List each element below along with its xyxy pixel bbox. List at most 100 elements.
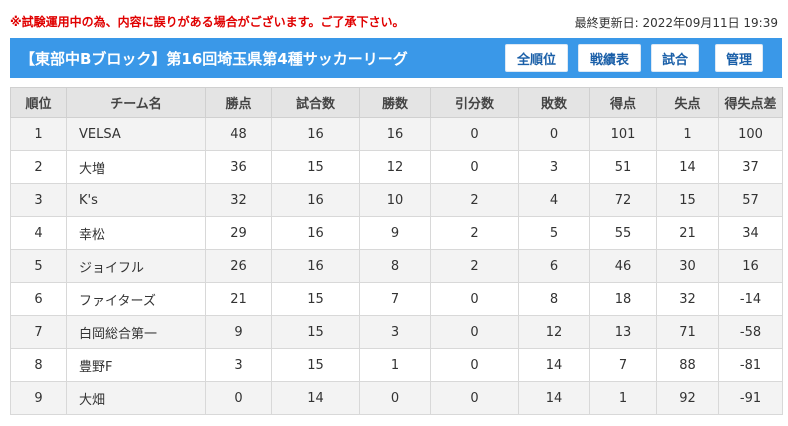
column-header: 勝数 xyxy=(359,87,431,118)
goals-for-cell: 18 xyxy=(589,282,657,316)
rank-cell: 8 xyxy=(10,348,67,382)
records-button[interactable]: 戦績表 xyxy=(578,44,641,72)
team-name-cell: ジョイフル xyxy=(66,249,206,283)
team-name-cell: 白岡総合第一 xyxy=(66,315,206,349)
points-cell: 32 xyxy=(205,183,272,217)
losses-cell: 14 xyxy=(518,348,590,382)
rank-cell: 3 xyxy=(10,183,67,217)
losses-cell: 6 xyxy=(518,249,590,283)
table-row: 5 ジョイフル 26 16 8 2 6 46 30 16 xyxy=(10,249,783,283)
goal-diff-cell: 34 xyxy=(718,216,783,250)
goals-against-cell: 71 xyxy=(656,315,719,349)
draws-cell: 0 xyxy=(430,315,519,349)
played-cell: 16 xyxy=(271,117,360,151)
goals-for-cell: 7 xyxy=(589,348,657,382)
table-row: 9 大畑 0 14 0 0 14 1 92 -91 xyxy=(10,381,783,415)
rank-cell: 7 xyxy=(10,315,67,349)
goal-diff-cell: -58 xyxy=(718,315,783,349)
table-row: 7 白岡総合第一 9 15 3 0 12 13 71 -58 xyxy=(10,315,783,349)
table-header-row: 順位 チーム名 勝点 試合数 勝数 引分数 敗数 得点 失点 得失点差 xyxy=(10,87,783,118)
goals-against-cell: 14 xyxy=(656,150,719,184)
goals-against-cell: 30 xyxy=(656,249,719,283)
rank-cell: 2 xyxy=(10,150,67,184)
draws-cell: 0 xyxy=(430,150,519,184)
column-header: 敗数 xyxy=(518,87,590,118)
wins-cell: 12 xyxy=(359,150,431,184)
goal-diff-cell: 100 xyxy=(718,117,783,151)
losses-cell: 8 xyxy=(518,282,590,316)
played-cell: 16 xyxy=(271,249,360,283)
column-header: 得失点差 xyxy=(718,87,783,118)
trial-notice: ※試験運用中の為、内容に誤りがある場合がございます。ご了承下さい。 xyxy=(10,15,405,29)
wins-cell: 8 xyxy=(359,249,431,283)
played-cell: 16 xyxy=(271,216,360,250)
wins-cell: 0 xyxy=(359,381,431,415)
goals-against-cell: 1 xyxy=(656,117,719,151)
played-cell: 15 xyxy=(271,348,360,382)
goals-against-cell: 92 xyxy=(656,381,719,415)
played-cell: 14 xyxy=(271,381,360,415)
goals-for-cell: 46 xyxy=(589,249,657,283)
league-header: 【東部中Bブロック】第16回埼玉県第4種サッカーリーグ 全順位 戦績表 試合 管… xyxy=(10,38,782,78)
column-header: 順位 xyxy=(10,87,67,118)
points-cell: 0 xyxy=(205,381,272,415)
losses-cell: 0 xyxy=(518,117,590,151)
team-name-cell: ファイターズ xyxy=(66,282,206,316)
draws-cell: 0 xyxy=(430,348,519,382)
standings-button[interactable]: 全順位 xyxy=(505,44,568,72)
admin-button[interactable]: 管理 xyxy=(715,44,763,72)
losses-cell: 12 xyxy=(518,315,590,349)
last-updated: 最終更新日: 2022年09月11日 19:39 xyxy=(574,16,778,30)
goal-diff-cell: 37 xyxy=(718,150,783,184)
goal-diff-cell: -14 xyxy=(718,282,783,316)
played-cell: 15 xyxy=(271,315,360,349)
table-row: 2 大増 36 15 12 0 3 51 14 37 xyxy=(10,150,783,184)
points-cell: 36 xyxy=(205,150,272,184)
goals-for-cell: 51 xyxy=(589,150,657,184)
top-bar: ※試験運用中の為、内容に誤りがある場合がございます。ご了承下さい。 最終更新日:… xyxy=(0,0,788,34)
column-header: 引分数 xyxy=(430,87,519,118)
goal-diff-cell: -81 xyxy=(718,348,783,382)
wins-cell: 16 xyxy=(359,117,431,151)
team-name-cell: 豊野F xyxy=(66,348,206,382)
goal-diff-cell: -91 xyxy=(718,381,783,415)
table-row: 3 K's 32 16 10 2 4 72 15 57 xyxy=(10,183,783,217)
goals-for-cell: 1 xyxy=(589,381,657,415)
losses-cell: 4 xyxy=(518,183,590,217)
page-title: 【東部中Bブロック】第16回埼玉県第4種サッカーリーグ xyxy=(20,50,408,68)
goals-against-cell: 21 xyxy=(656,216,719,250)
points-cell: 9 xyxy=(205,315,272,349)
table-row: 6 ファイターズ 21 15 7 0 8 18 32 -14 xyxy=(10,282,783,316)
column-header: 失点 xyxy=(656,87,719,118)
draws-cell: 2 xyxy=(430,249,519,283)
points-cell: 48 xyxy=(205,117,272,151)
wins-cell: 9 xyxy=(359,216,431,250)
losses-cell: 5 xyxy=(518,216,590,250)
played-cell: 15 xyxy=(271,150,360,184)
draws-cell: 0 xyxy=(430,381,519,415)
matches-button[interactable]: 試合 xyxy=(651,44,699,72)
draws-cell: 0 xyxy=(430,117,519,151)
rank-cell: 1 xyxy=(10,117,67,151)
draws-cell: 2 xyxy=(430,183,519,217)
wins-cell: 3 xyxy=(359,315,431,349)
rank-cell: 5 xyxy=(10,249,67,283)
team-name-cell: 大畑 xyxy=(66,381,206,415)
column-header: 得点 xyxy=(589,87,657,118)
table-row: 4 幸松 29 16 9 2 5 55 21 34 xyxy=(10,216,783,250)
column-header: 勝点 xyxy=(205,87,272,118)
goals-for-cell: 101 xyxy=(589,117,657,151)
table-row: 8 豊野F 3 15 1 0 14 7 88 -81 xyxy=(10,348,783,382)
rank-cell: 6 xyxy=(10,282,67,316)
team-name-cell: VELSA xyxy=(66,117,206,151)
goals-against-cell: 88 xyxy=(656,348,719,382)
points-cell: 29 xyxy=(205,216,272,250)
losses-cell: 14 xyxy=(518,381,590,415)
points-cell: 21 xyxy=(205,282,272,316)
points-cell: 3 xyxy=(205,348,272,382)
team-name-cell: 幸松 xyxy=(66,216,206,250)
losses-cell: 3 xyxy=(518,150,590,184)
column-header: 試合数 xyxy=(271,87,360,118)
wins-cell: 7 xyxy=(359,282,431,316)
played-cell: 15 xyxy=(271,282,360,316)
